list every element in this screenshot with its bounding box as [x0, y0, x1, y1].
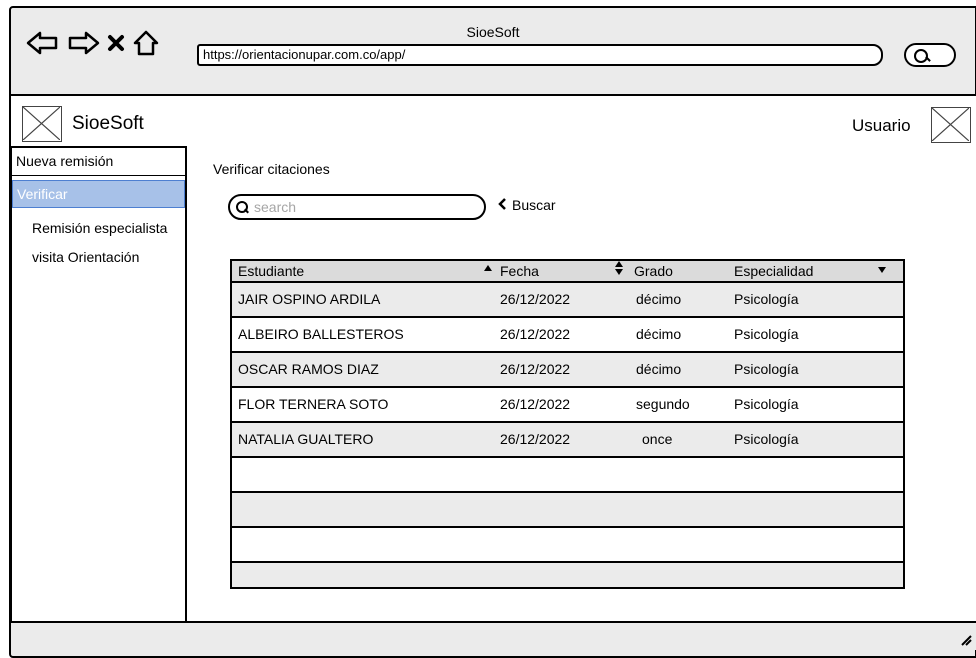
sort-toggle-icon[interactable] — [615, 261, 623, 267]
logo-image-placeholder — [22, 106, 62, 142]
search-icon-handle — [244, 208, 249, 214]
cell-estudiante: OSCAR RAMOS DIAZ — [238, 361, 379, 377]
table-row-empty — [232, 493, 903, 528]
status-bar — [11, 623, 976, 650]
table-row-empty — [232, 563, 903, 587]
chevron-left-icon — [498, 197, 506, 213]
sort-toggle-icon-down[interactable] — [615, 269, 623, 275]
cell-grado: décimo — [636, 291, 682, 307]
cell-estudiante: FLOR TERNERA SOTO — [238, 396, 389, 412]
cell-grado: décimo — [636, 361, 682, 377]
cell-fecha: 26/12/2022 — [500, 361, 571, 377]
table-row[interactable]: NATALIA GUALTERO 26/12/2022 once Psicolo… — [232, 423, 903, 458]
home-icon[interactable] — [132, 30, 160, 61]
buscar-button[interactable]: Buscar — [498, 197, 556, 213]
column-header-especialidad[interactable]: Especialidad — [734, 263, 813, 279]
cell-estudiante: NATALIA GUALTERO — [238, 431, 374, 447]
sidebar-item-verificar[interactable]: Verificar — [12, 180, 185, 208]
column-header-fecha[interactable]: Fecha — [500, 263, 539, 279]
page-title: Verificar citaciones — [213, 161, 330, 177]
close-icon[interactable] — [106, 33, 126, 58]
cell-especialidad: Psicología — [734, 361, 799, 377]
user-label[interactable]: Usuario — [852, 116, 911, 136]
cell-fecha: 26/12/2022 — [500, 326, 571, 342]
citaciones-table: Estudiante Fecha Grado Especialidad JAIR… — [230, 259, 905, 589]
browser-nav — [26, 30, 166, 60]
search-icon-handle — [925, 56, 931, 62]
search-input[interactable]: search — [228, 194, 486, 220]
resize-grip-icon[interactable] — [961, 632, 972, 646]
forward-arrow-icon[interactable] — [66, 31, 100, 60]
avatar[interactable] — [931, 107, 971, 143]
column-header-grado[interactable]: Grado — [634, 263, 673, 279]
table-row-empty — [232, 458, 903, 493]
sidebar: Nueva remisión Verificar Remisión especi… — [10, 146, 187, 630]
table-header: Estudiante Fecha Grado Especialidad — [232, 261, 903, 283]
sort-asc-icon[interactable] — [484, 265, 492, 271]
sidebar-item-nueva-remision[interactable]: Nueva remisión — [12, 148, 185, 176]
table-row-empty — [232, 528, 903, 563]
cell-fecha: 26/12/2022 — [500, 431, 571, 447]
cell-estudiante: ALBEIRO BALLESTEROS — [238, 326, 404, 342]
cell-fecha: 26/12/2022 — [500, 291, 571, 307]
table-row[interactable]: JAIR OSPINO ARDILA 26/12/2022 décimo Psi… — [232, 283, 903, 318]
table-row[interactable]: FLOR TERNERA SOTO 26/12/2022 segundo Psi… — [232, 388, 903, 423]
cell-grado: segundo — [636, 396, 690, 412]
sidebar-item-remision-especialista[interactable]: Remisión especialista — [12, 215, 185, 243]
table-row[interactable]: ALBEIRO BALLESTEROS 26/12/2022 décimo Ps… — [232, 318, 903, 353]
buscar-label: Buscar — [512, 197, 556, 213]
cell-especialidad: Psicología — [734, 431, 799, 447]
cell-fecha: 26/12/2022 — [500, 396, 571, 412]
url-bar[interactable]: https://orientacionupar.com.co/app/ — [197, 44, 883, 66]
cell-especialidad: Psicología — [734, 291, 799, 307]
cell-especialidad: Psicología — [734, 326, 799, 342]
column-header-estudiante[interactable]: Estudiante — [238, 263, 304, 279]
table-row[interactable]: OSCAR RAMOS DIAZ 26/12/2022 décimo Psico… — [232, 353, 903, 388]
cell-especialidad: Psicología — [734, 396, 799, 412]
cell-grado: once — [642, 431, 673, 447]
url-text: https://orientacionupar.com.co/app/ — [203, 47, 406, 62]
back-arrow-icon[interactable] — [26, 31, 60, 60]
sort-desc-icon[interactable] — [878, 267, 886, 273]
search-placeholder: search — [254, 199, 297, 215]
cell-estudiante: JAIR OSPINO ARDILA — [238, 291, 381, 307]
browser-search-button[interactable] — [904, 43, 956, 67]
app-name: SioeSoft — [72, 113, 144, 134]
sidebar-item-visita-orientacion[interactable]: visita Orientación — [12, 244, 185, 272]
cell-grado: décimo — [636, 326, 682, 342]
